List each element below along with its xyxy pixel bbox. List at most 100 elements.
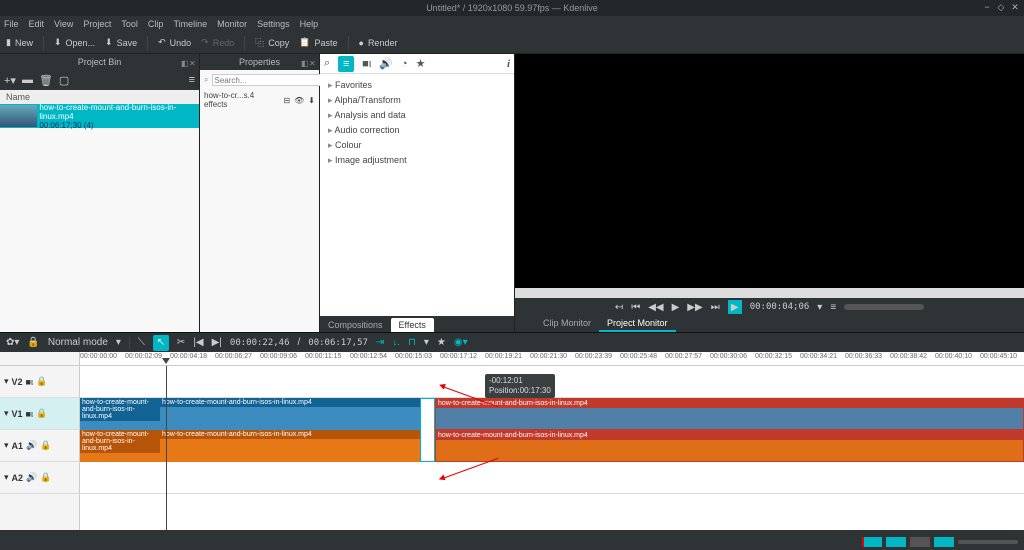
clip-a1-b[interactable]: how-to-create-mount-and-burn-isos-in-lin… — [160, 430, 420, 462]
ruler-ticks[interactable]: 00:00:00:00 00:00:02:09 00:00:04:18 00:0… — [80, 352, 1024, 365]
menu-icon[interactable]: ≡ — [189, 74, 195, 86]
close-panel-icon[interactable]: ✕ — [189, 59, 195, 65]
favorite-icon[interactable]: ★ — [437, 337, 446, 348]
tab-clip-monitor[interactable]: Clip Monitor — [535, 316, 599, 332]
track-a2-head[interactable]: ▾A2🔊🔒 — [0, 462, 79, 494]
clip-v1-a[interactable]: how-to-create-mount-and-burn-isos-in-lin… — [80, 398, 160, 430]
menu-help[interactable]: Help — [300, 19, 319, 29]
open-button[interactable]: ⬇Open... — [54, 37, 95, 48]
delete-icon[interactable]: 🗑 — [39, 74, 53, 87]
mode-select[interactable]: Normal mode — [48, 337, 108, 348]
more-icon[interactable]: ▾ — [817, 302, 822, 313]
mute-icon[interactable]: ■ι — [26, 409, 33, 419]
add-clip-icon[interactable]: +▾ — [4, 74, 16, 87]
track-v2-head[interactable]: ▾V2■ι🔒 — [0, 366, 79, 398]
lock-icon[interactable]: 🔒 — [40, 472, 51, 483]
tab-compositions[interactable]: Compositions — [320, 318, 391, 332]
tab-effects[interactable]: Effects — [391, 318, 434, 332]
monitor-ruler[interactable] — [515, 288, 1024, 298]
clip-v1-b[interactable]: how-to-create-mount-and-burn-isos-in-lin… — [160, 398, 420, 430]
track-v1[interactable]: how-to-create-mount-and-burn-isos-in-lin… — [80, 398, 1024, 430]
mute-icon[interactable]: ■ι — [26, 377, 33, 387]
lock-icon[interactable]: 🔒 — [36, 408, 47, 419]
search-icon[interactable]: ⌕ — [204, 75, 208, 85]
zone-start-icon[interactable]: ↤ — [615, 302, 623, 313]
audio-icon[interactable]: 🔊 — [379, 57, 393, 70]
lock-icon[interactable]: 🔒 — [40, 440, 51, 451]
overwrite-icon[interactable]: ⇥ — [376, 337, 384, 348]
video-icon[interactable]: ■ι — [362, 58, 371, 70]
props-header[interactable]: Properties◧✕ — [200, 54, 319, 70]
insert-icon[interactable]: ↓. — [392, 337, 400, 348]
stepfwd-icon[interactable]: ▶▶ — [687, 302, 702, 313]
tab-project-monitor[interactable]: Project Monitor — [599, 316, 676, 332]
status-indicator[interactable] — [934, 537, 954, 547]
mute-icon[interactable]: 🔊 — [26, 440, 37, 451]
favorite-icon[interactable]: ★ — [416, 57, 426, 70]
timeline-tc1[interactable]: 00:00:22,46 — [230, 338, 290, 348]
status-indicator[interactable] — [886, 537, 906, 547]
skip-end-icon[interactable]: ▶| — [212, 337, 222, 348]
bin-header[interactable]: Project Bin◧✕ — [0, 54, 199, 70]
track-a1-head[interactable]: ▾A1🔊🔒 — [0, 430, 79, 462]
menu-timeline[interactable]: Timeline — [173, 19, 207, 29]
undo-button[interactable]: ↶Undo — [158, 37, 191, 48]
lift-icon[interactable]: ⊓ — [408, 337, 416, 348]
play-icon[interactable]: ▶ — [672, 302, 680, 313]
timeline-ruler[interactable]: 00:00:00:00 00:00:02:09 00:00:04:18 00:0… — [0, 352, 1024, 366]
track-a1[interactable]: how-to-create-mount-and-burn-isos-in-lin… — [80, 430, 1024, 462]
save-button[interactable]: ⬇Save — [105, 37, 137, 48]
menu-tool[interactable]: Tool — [121, 19, 138, 29]
undock-icon[interactable]: ◧ — [301, 59, 307, 65]
split-icon[interactable]: ⊟ — [283, 96, 290, 105]
menu-monitor[interactable]: Monitor — [217, 19, 247, 29]
custom-icon[interactable]: ◔ — [401, 58, 408, 70]
playhead[interactable] — [166, 366, 167, 530]
settings-icon[interactable]: ✿▾ — [6, 337, 19, 348]
extract-icon[interactable]: ▾ — [424, 337, 429, 348]
menu-project[interactable]: Project — [83, 19, 111, 29]
folder-icon[interactable]: ▬ — [22, 74, 33, 86]
rewind-icon[interactable]: ⏮ — [631, 302, 640, 313]
clip-a1-a[interactable]: how-to-create-mount-and-burn-isos-in-lin… — [80, 430, 160, 462]
copy-button[interactable]: ⿻Copy — [255, 36, 289, 49]
status-indicator[interactable] — [910, 537, 930, 547]
forward-icon[interactable]: ⏭ — [711, 302, 720, 313]
menu-icon[interactable]: ≡ — [830, 302, 836, 313]
minimize-icon[interactable]: − — [982, 2, 992, 12]
category-alpha[interactable]: Alpha/Transform — [324, 93, 510, 108]
undock-icon[interactable]: ◧ — [181, 59, 187, 65]
lock-icon[interactable]: 🔒 — [27, 337, 39, 348]
close-icon[interactable]: ✕ — [1010, 2, 1020, 12]
save-effect-icon[interactable]: ⬇ — [308, 96, 315, 105]
mute-icon[interactable]: 🔊 — [26, 472, 37, 483]
select-tool-icon[interactable]: ↖ — [153, 335, 169, 351]
maximize-icon[interactable]: ◇ — [996, 2, 1006, 12]
stepback-icon[interactable]: ◀◀ — [648, 302, 663, 313]
menu-clip[interactable]: Clip — [148, 19, 164, 29]
bin-clip-row[interactable]: how-to-create-mount-and-burn-isos-in-lin… — [0, 104, 199, 128]
zoom-slider[interactable] — [958, 540, 1018, 544]
search-input[interactable] — [212, 74, 326, 86]
info-icon[interactable]: i — [507, 58, 510, 70]
search-icon[interactable]: ⌕ — [324, 57, 330, 70]
track-v1-head[interactable]: ▾V1■ι🔒 — [0, 398, 79, 430]
tracks[interactable]: how-to-create-mount-and-burn-isos-in-lin… — [80, 366, 1024, 530]
preview-icon[interactable]: ◉▾ — [454, 337, 468, 348]
close-panel-icon[interactable]: ✕ — [309, 59, 315, 65]
menu-settings[interactable]: Settings — [257, 19, 290, 29]
monitor-screen[interactable] — [515, 54, 1024, 288]
paste-button[interactable]: 📋Paste — [299, 37, 337, 48]
clip-a1-c[interactable]: how-to-create-mount-and-burn-isos-in-lin… — [435, 430, 1024, 462]
category-image[interactable]: Image adjustment — [324, 153, 510, 168]
menu-edit[interactable]: Edit — [29, 19, 45, 29]
skip-start-icon[interactable]: |◀ — [193, 337, 203, 348]
category-colour[interactable]: Colour — [324, 138, 510, 153]
list-view-icon[interactable]: ≡ — [338, 56, 354, 72]
tag-icon[interactable]: ▢ — [59, 74, 69, 87]
clip-v1-c[interactable]: how-to-create-mount-and-burn-isos-in-lin… — [435, 398, 1024, 430]
zoom-slider[interactable] — [844, 304, 924, 310]
render-button[interactable]: ●Render — [359, 38, 398, 48]
status-indicator[interactable] — [862, 537, 882, 547]
menu-file[interactable]: File — [4, 19, 19, 29]
